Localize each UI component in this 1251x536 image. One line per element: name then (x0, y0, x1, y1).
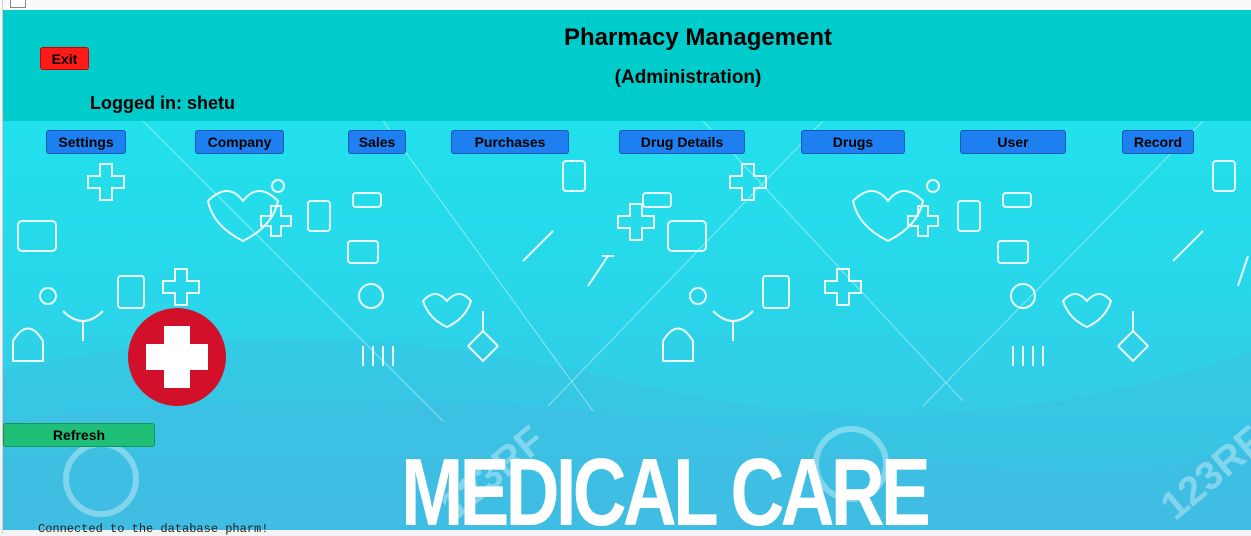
banner-headline: MEDICAL CARE (401, 439, 931, 531)
window-control-icon[interactable] (10, 0, 26, 8)
logged-in-label: Logged in: shetu (90, 93, 235, 113)
nav-user-button[interactable]: User (960, 130, 1066, 154)
app-window: Pharmacy Management (Administration) Log… (3, 10, 1251, 530)
page-subtitle: (Administration) (614, 67, 762, 88)
nav-record-button[interactable]: Record (1122, 130, 1194, 154)
nav-settings-button[interactable]: Settings (46, 130, 126, 154)
watermark-logo-icon (63, 441, 139, 517)
nav-company-button[interactable]: Company (195, 130, 284, 154)
header-bar: Pharmacy Management (Administration) Log… (3, 10, 1251, 121)
page-title: Pharmacy Management (563, 24, 833, 51)
title-bar-strip (0, 0, 1251, 10)
exit-button[interactable]: Exit (40, 47, 89, 70)
refresh-button[interactable]: Refresh (3, 423, 155, 447)
nav-purchases-button[interactable]: Purchases (451, 130, 569, 154)
nav-sales-button[interactable]: Sales (348, 130, 406, 154)
medical-cross-badge-icon (128, 308, 226, 406)
nav-drug-details-button[interactable]: Drug Details (619, 130, 745, 154)
nav-drugs-button[interactable]: Drugs (801, 130, 905, 154)
